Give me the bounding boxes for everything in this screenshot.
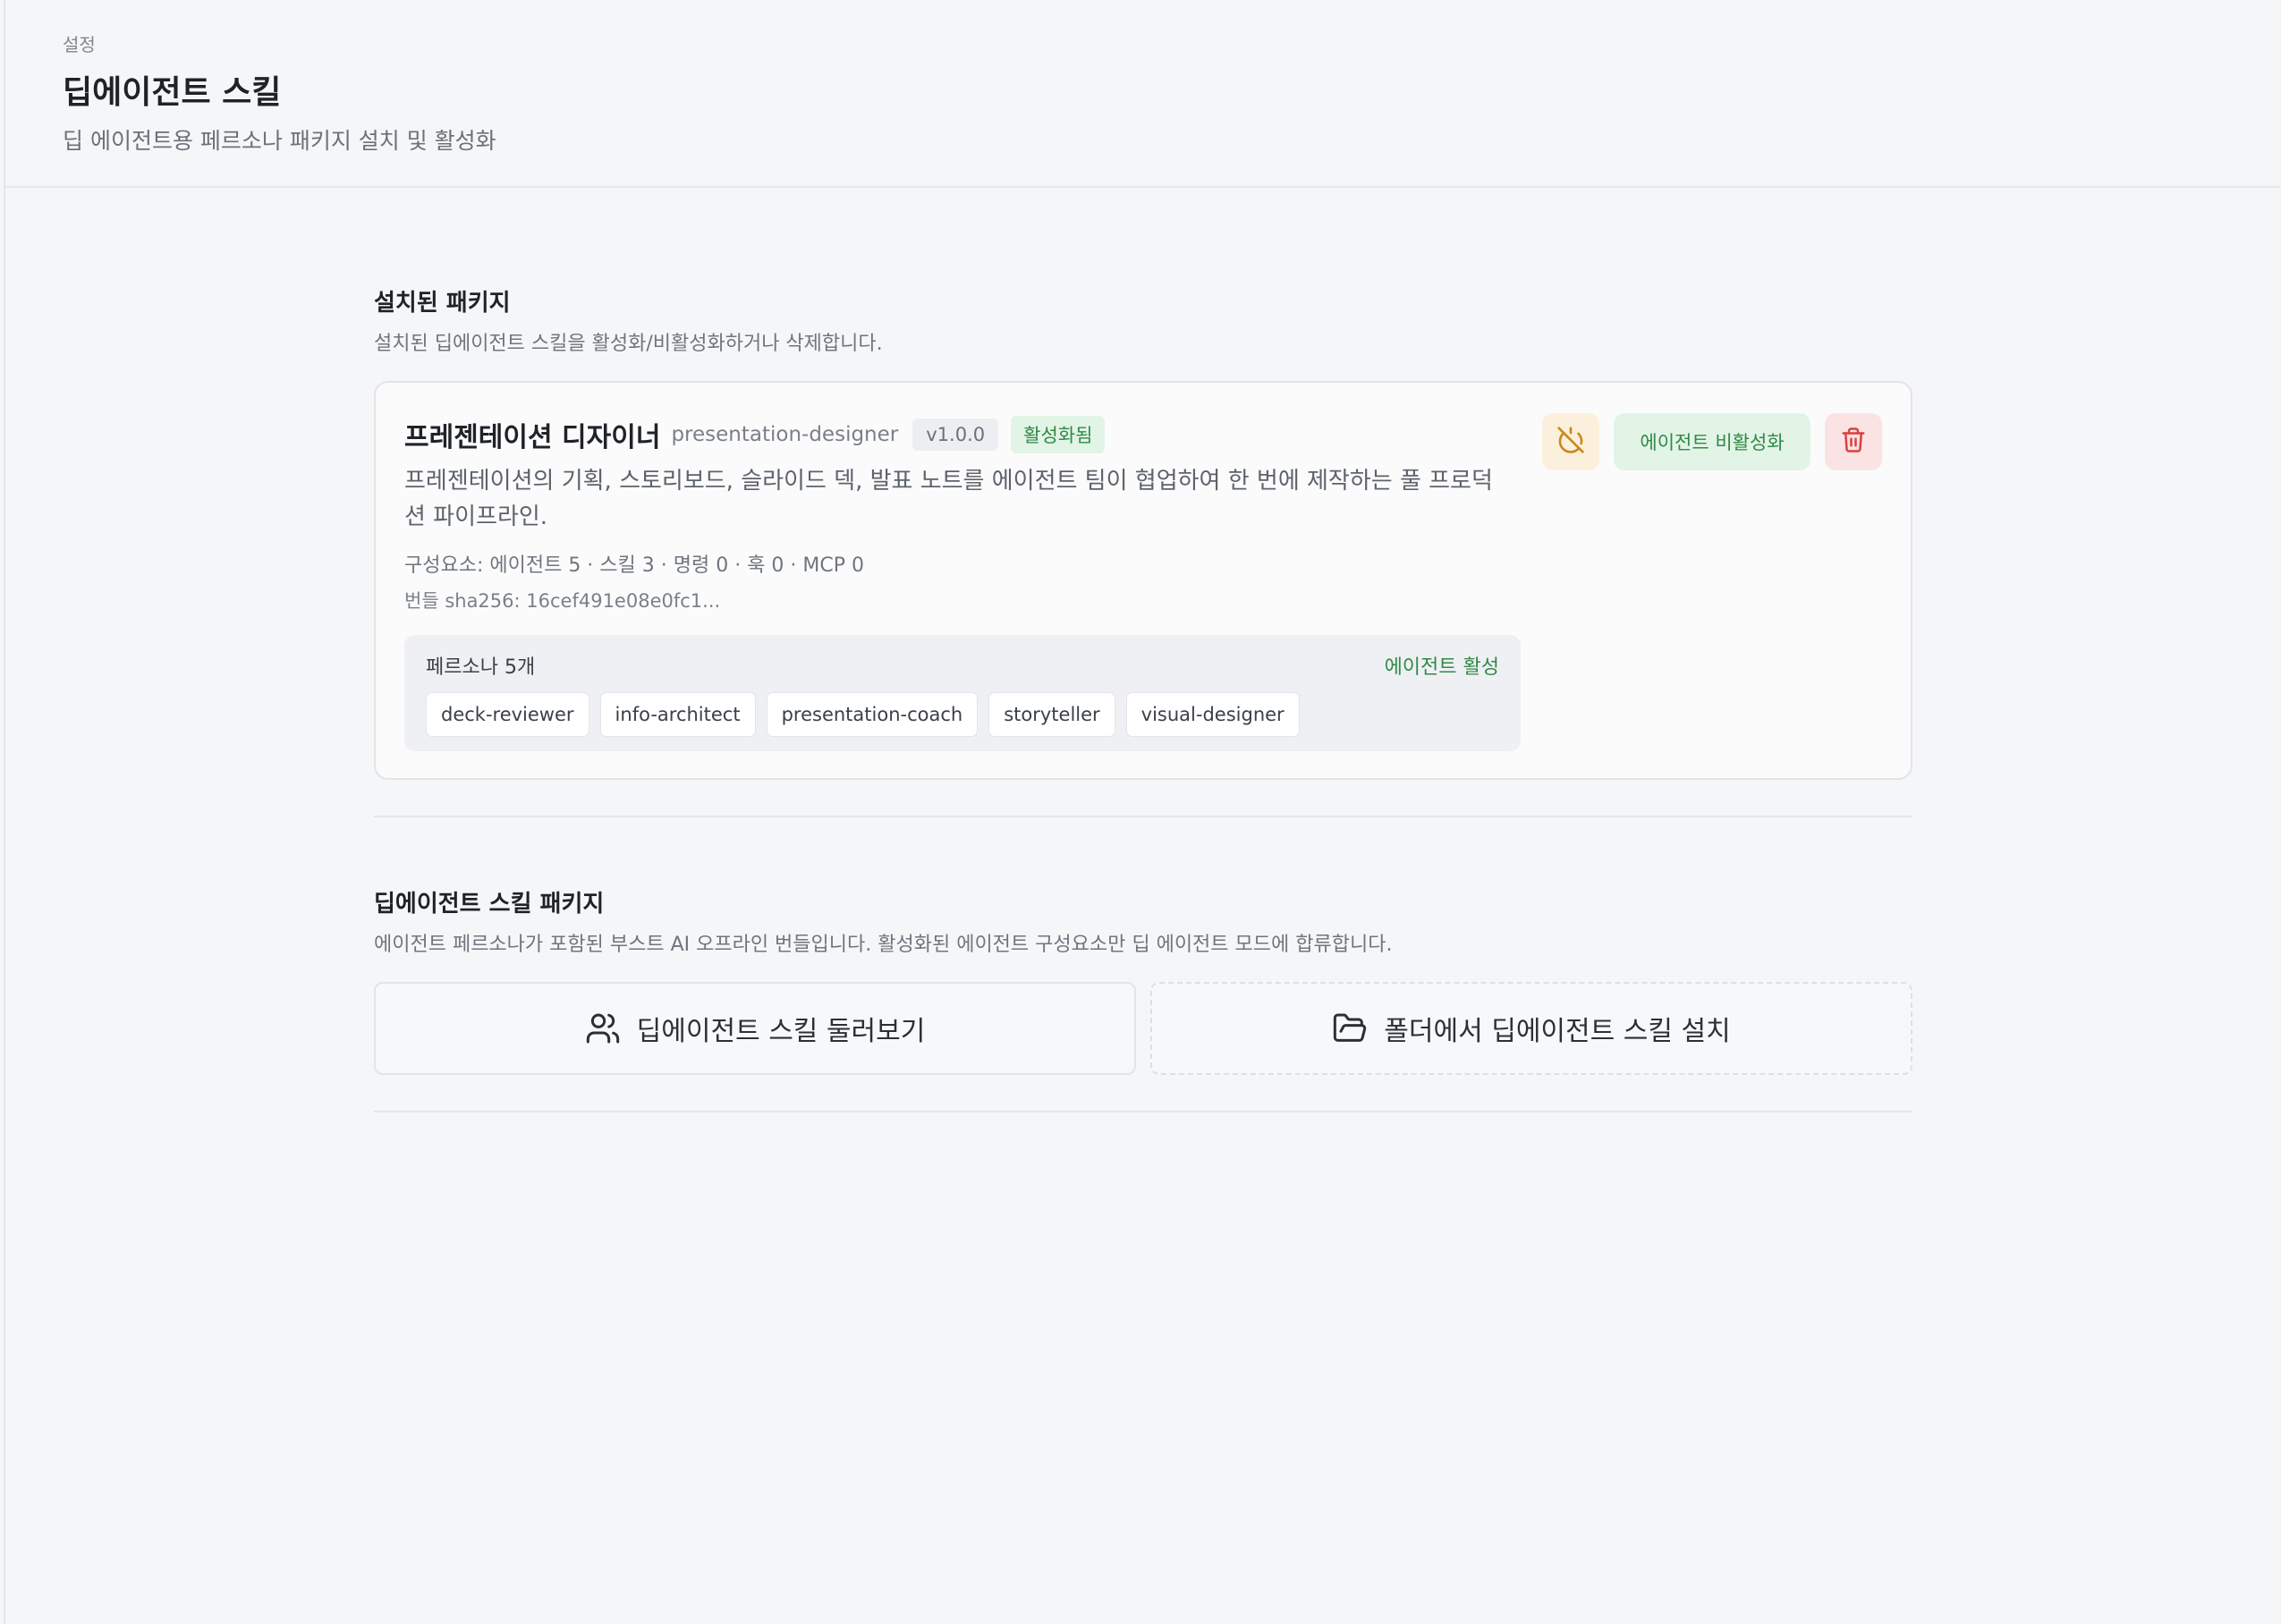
packages-section-title: 딥에이전트 스킬 패키지	[374, 891, 605, 918]
trash-icon	[1840, 427, 1867, 457]
version-badge: v1.0.0	[912, 419, 999, 451]
package-sha: 번들 sha256: 16cef491e08e0fc1...	[404, 590, 721, 612]
deactivate-agent-button[interactable]: 에이전트 비활성화	[1614, 413, 1810, 470]
install-from-folder-button[interactable]: 폴더에서 딥에이전트 스킬 설치	[1150, 982, 1912, 1075]
persona-count: 페르소나 5개	[426, 656, 536, 679]
package-card: 프레젠테이션 디자이너 presentation-designer v1.0.0…	[374, 381, 1912, 780]
disable-package-button[interactable]	[1542, 413, 1599, 470]
installed-section-description: 설치된 딥에이전트 스킬을 활성화/비활성화하거나 삭제합니다.	[374, 333, 883, 355]
persona-chip: visual-designer	[1125, 692, 1300, 737]
package-name: 프레젠테이션 디자이너	[404, 422, 661, 453]
section-divider-bottom	[374, 1111, 1912, 1112]
browse-skills-button[interactable]: 딥에이전트 스킬 둘러보기	[374, 982, 1136, 1075]
persona-chips: deck-reviewer info-architect presentatio…	[426, 692, 1300, 737]
persona-chip: info-architect	[599, 692, 756, 737]
package-header: 프레젠테이션 디자이너 presentation-designer v1.0.0…	[404, 415, 1106, 454]
power-off-icon	[1556, 426, 1585, 458]
users-icon	[585, 1011, 621, 1046]
section-divider	[374, 816, 1912, 817]
status-badge: 활성화됨	[1011, 416, 1106, 453]
left-rail	[0, 0, 5, 1624]
breadcrumb[interactable]: 설정	[63, 30, 96, 56]
browse-skills-label: 딥에이전트 스킬 둘러보기	[636, 1016, 926, 1047]
persona-active-label: 에이전트 활성	[1384, 656, 1499, 679]
page-title: 딥에이전트 스킬	[63, 74, 282, 111]
persona-chip: presentation-coach	[766, 692, 979, 737]
install-from-folder-label: 폴더에서 딥에이전트 스킬 설치	[1384, 1016, 1731, 1047]
package-description: 프레젠테이션의 기획, 스토리보드, 슬라이드 덱, 발표 노트를 에이전트 팀…	[404, 468, 1493, 530]
persona-box: 페르소나 5개 에이전트 활성 deck-reviewer info-archi…	[404, 635, 1521, 751]
persona-chip: deck-reviewer	[426, 692, 589, 737]
persona-chip: storyteller	[988, 692, 1115, 737]
package-id: presentation-designer	[671, 423, 899, 446]
installed-section-title: 설치된 패키지	[374, 290, 511, 317]
folder-open-icon	[1332, 1011, 1368, 1046]
page-header: 설정 딥에이전트 스킬 딥 에이전트용 페르소나 패키지 설치 및 활성화	[5, 0, 2281, 188]
packages-section-description: 에이전트 페르소나가 포함된 부스트 AI 오프라인 번들입니다. 활성화된 에…	[374, 934, 1393, 956]
delete-package-button[interactable]	[1825, 413, 1882, 470]
package-components: 구성요소: 에이전트 5 · 스킬 3 · 명령 0 · 훅 0 · MCP 0	[404, 554, 865, 577]
page-subtitle: 딥 에이전트용 페르소나 패키지 설치 및 활성화	[63, 128, 496, 154]
